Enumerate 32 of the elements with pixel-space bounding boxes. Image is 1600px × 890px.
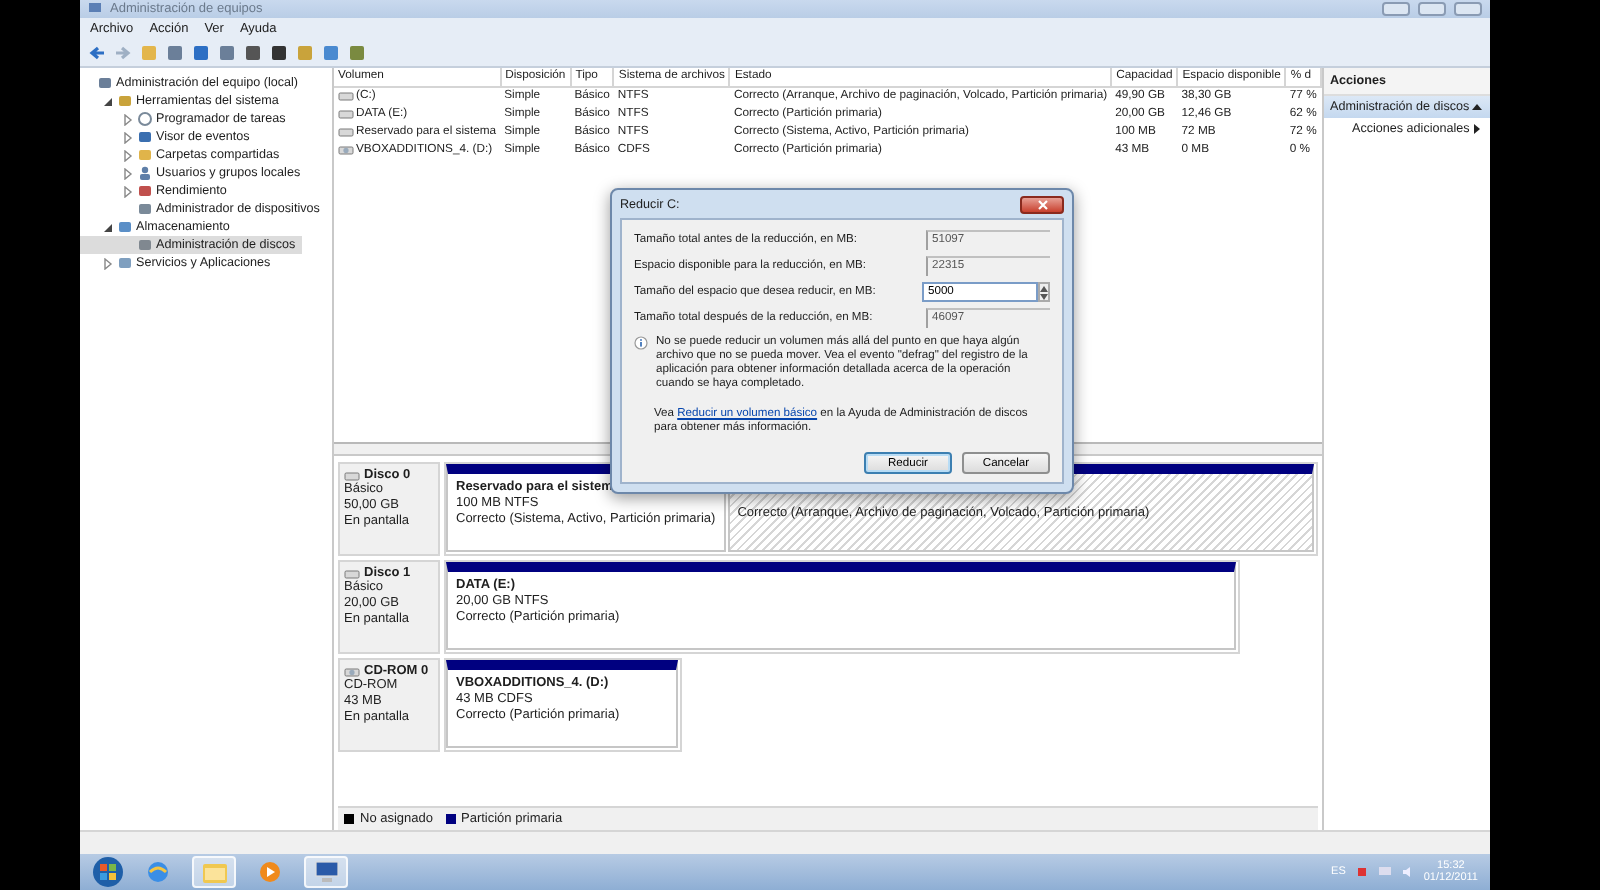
forward-arrow-icon[interactable] — [114, 43, 132, 61]
close-button[interactable] — [1020, 195, 1064, 213]
users-icon — [138, 166, 152, 180]
drive-icon — [344, 469, 360, 481]
collapsed-triangle-icon[interactable] — [102, 257, 114, 269]
cd-drive-icon — [338, 143, 354, 155]
cd-drive-icon — [344, 665, 360, 677]
collapsed-triangle-icon[interactable] — [122, 167, 134, 179]
speaker-icon[interactable] — [1401, 866, 1414, 878]
submenu-arrow-icon[interactable] — [1472, 124, 1482, 134]
collapsed-triangle-icon[interactable] — [122, 131, 134, 143]
globe-icon[interactable] — [146, 860, 170, 884]
expanded-triangle-icon[interactable] — [102, 221, 114, 233]
minimize-button[interactable] — [1382, 2, 1410, 16]
maximize-button[interactable] — [1418, 2, 1446, 16]
panel-icon[interactable] — [218, 43, 236, 61]
clock-icon — [138, 112, 152, 126]
play-icon[interactable] — [258, 860, 282, 884]
expanded-triangle-icon[interactable] — [102, 95, 114, 107]
start-orb-icon[interactable] — [92, 856, 124, 888]
collapsed-triangle-icon[interactable] — [122, 185, 134, 197]
flag-icon[interactable] — [1355, 866, 1368, 878]
spin-buttons[interactable] — [1038, 282, 1050, 302]
info-icon — [634, 336, 648, 350]
panel-icon[interactable] — [166, 43, 184, 61]
collapsed-triangle-icon[interactable] — [122, 113, 134, 125]
back-arrow-icon[interactable] — [88, 43, 106, 61]
collapsed-triangle-icon[interactable] — [122, 149, 134, 161]
drive-icon — [344, 567, 360, 579]
collapse-triangle-icon[interactable] — [1472, 102, 1482, 112]
close-icon — [1037, 199, 1047, 209]
taskbar-button[interactable] — [304, 856, 348, 888]
